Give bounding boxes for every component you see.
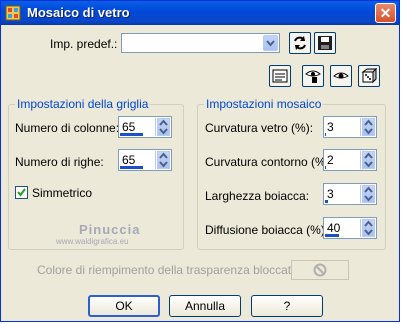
help-button[interactable]: ?	[251, 295, 323, 317]
spin-divider	[360, 151, 361, 169]
options-button[interactable]	[269, 65, 291, 87]
preview-toggle-button[interactable]	[302, 65, 324, 87]
columns-stepper[interactable]: 65	[118, 116, 172, 138]
symmetric-label[interactable]: Simmetrico	[32, 186, 92, 200]
fill-color-label: Colore di riempimento della trasparenza …	[37, 263, 302, 277]
dialog-window: Mosaico di vetro ✕ Imp. predef.: Imposta…	[0, 0, 400, 322]
spin-arrows-icon	[364, 186, 373, 202]
grout-width-stepper[interactable]: 3	[323, 183, 377, 205]
spin-divider	[360, 219, 361, 237]
random-dice-icon	[361, 68, 377, 84]
fill-color-swatch	[291, 260, 349, 280]
refresh-preset-button[interactable]	[289, 32, 311, 54]
spin-arrows-icon	[364, 152, 373, 168]
spin-divider	[155, 118, 156, 136]
refresh-preset-icon	[294, 36, 306, 50]
spin-arrows-icon	[364, 220, 373, 236]
grout-width-value: 3	[327, 187, 334, 201]
symmetric-checkbox[interactable]	[15, 186, 28, 199]
spin-arrows-icon	[364, 119, 373, 135]
spin-divider	[360, 118, 361, 136]
edge-curvature-label: Curvatura contorno (%):	[205, 155, 334, 169]
columns-level-bar	[120, 133, 143, 136]
watermark-name: Pinuccia	[79, 222, 141, 237]
randomize-button[interactable]	[358, 65, 380, 87]
watermark-url: www.waldigrafica.eu	[56, 237, 129, 246]
glass-curvature-value: 3	[327, 120, 334, 134]
grout-diffusion-spin-arrows[interactable]	[362, 219, 375, 237]
preset-label: Imp. predef.:	[50, 37, 118, 51]
disabled-no-symbol-icon	[313, 263, 327, 277]
rows-label: Numero di righe:	[15, 155, 104, 169]
mosaic-settings-title: Impostazioni mosaico	[204, 97, 324, 111]
save-preset-icon	[318, 36, 332, 50]
close-button[interactable]: ✕	[375, 3, 396, 23]
glass-curvature-spin-arrows[interactable]	[362, 118, 375, 136]
grout-width-spin-arrows[interactable]	[362, 185, 375, 203]
rows-stepper[interactable]: 65	[118, 149, 172, 171]
grout-diffusion-value: 40	[327, 221, 341, 235]
columns-value: 65	[122, 120, 136, 134]
ok-button[interactable]: OK	[88, 295, 160, 317]
spin-divider	[360, 185, 361, 203]
edge-curvature-spin-arrows[interactable]	[362, 151, 375, 169]
glass-curvature-stepper[interactable]: 3	[323, 116, 377, 138]
chevron-down-icon[interactable]	[263, 35, 278, 51]
options-icon	[272, 69, 288, 83]
title-bar[interactable]: Mosaico di vetro ✕	[1, 1, 399, 25]
rows-value: 65	[122, 153, 136, 167]
checkmark-icon	[17, 188, 26, 197]
edge-curvature-stepper[interactable]: 2	[323, 149, 377, 171]
close-icon: ✕	[379, 5, 392, 21]
window-app-icon	[5, 5, 21, 21]
grout-width-level-bar	[325, 200, 328, 203]
window-title: Mosaico di vetro	[27, 5, 130, 20]
grout-diffusion-label: Diffusione boiacca (%):	[205, 223, 329, 237]
spin-arrows-icon	[159, 152, 168, 168]
grout-diffusion-level-bar	[325, 234, 339, 237]
grout-width-label: Larghezza boiacca:	[205, 189, 310, 203]
save-preset-button[interactable]	[314, 32, 336, 54]
cancel-button[interactable]: Annulla	[169, 295, 241, 317]
eye-hand-icon	[305, 70, 321, 83]
rows-level-bar	[120, 166, 143, 169]
glass-curvature-label: Curvatura vetro (%):	[205, 121, 314, 135]
columns-label: Numero di colonne:	[15, 121, 120, 135]
grout-diffusion-stepper[interactable]: 40	[323, 217, 377, 239]
edge-curvature-level-bar	[325, 166, 326, 169]
preset-dropdown[interactable]	[121, 33, 280, 53]
spin-divider	[155, 151, 156, 169]
preview-button[interactable]	[330, 65, 352, 87]
rows-spin-arrows[interactable]	[157, 151, 170, 169]
grid-settings-title: Impostazioni della griglia	[15, 97, 151, 111]
columns-spin-arrows[interactable]	[157, 118, 170, 136]
eye-icon	[333, 72, 349, 79]
edge-curvature-value: 2	[327, 153, 334, 167]
glass-curvature-level-bar	[325, 133, 326, 136]
spin-arrows-icon	[159, 119, 168, 135]
